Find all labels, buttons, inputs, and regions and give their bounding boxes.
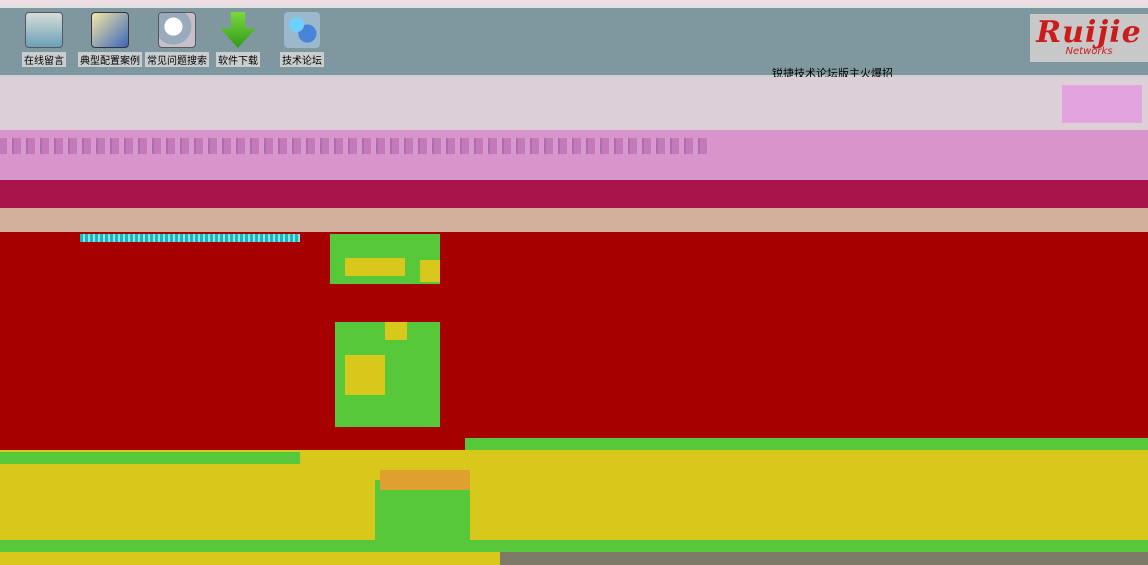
online-message-label: 在线留言 [22,52,66,67]
corrupted-region [0,77,1148,130]
message-board-icon [25,12,63,48]
corrupted-region [0,180,1148,208]
corrupted-artifact [80,234,300,242]
download-icon [220,12,256,48]
config-case-label: 典型配置案例 [78,52,142,67]
tech-forum-button[interactable]: 技术论坛 [280,12,324,67]
corrupted-artifact [345,355,385,395]
corrupted-artifact [500,552,1148,565]
ruijie-logo[interactable]: Ruijie Networks [1030,14,1148,62]
top-toolbar: 在线留言 典型配置案例 常见问题搜索 软件下载 技术论坛 Ruijie Netw… [0,0,1148,80]
forum-icon [284,12,320,48]
corrupted-artifact [385,322,407,340]
corrupted-artifact [0,540,1148,552]
logo-tagline: Networks [1065,46,1113,57]
faq-search-icon [158,12,196,48]
corrupted-region [0,208,1148,232]
logo-wordmark: Ruijie [1036,15,1142,50]
config-case-icon [91,12,129,48]
corrupted-region [0,232,1148,450]
corrupted-artifact [345,258,405,276]
online-message-button[interactable]: 在线留言 [22,12,66,67]
corrupted-artifact [465,438,1148,450]
corrupted-region [0,130,1148,180]
software-download-button[interactable]: 软件下载 [216,12,260,67]
corrupted-artifact [0,452,300,464]
corrupted-artifact [380,470,470,490]
faq-search-label: 常见问题搜索 [145,52,209,67]
software-download-label: 软件下载 [216,52,260,67]
config-case-button[interactable]: 典型配置案例 [78,12,142,67]
faq-search-button[interactable]: 常见问题搜索 [145,12,209,67]
tech-forum-label: 技术论坛 [280,52,324,67]
corrupted-artifact [420,260,440,282]
